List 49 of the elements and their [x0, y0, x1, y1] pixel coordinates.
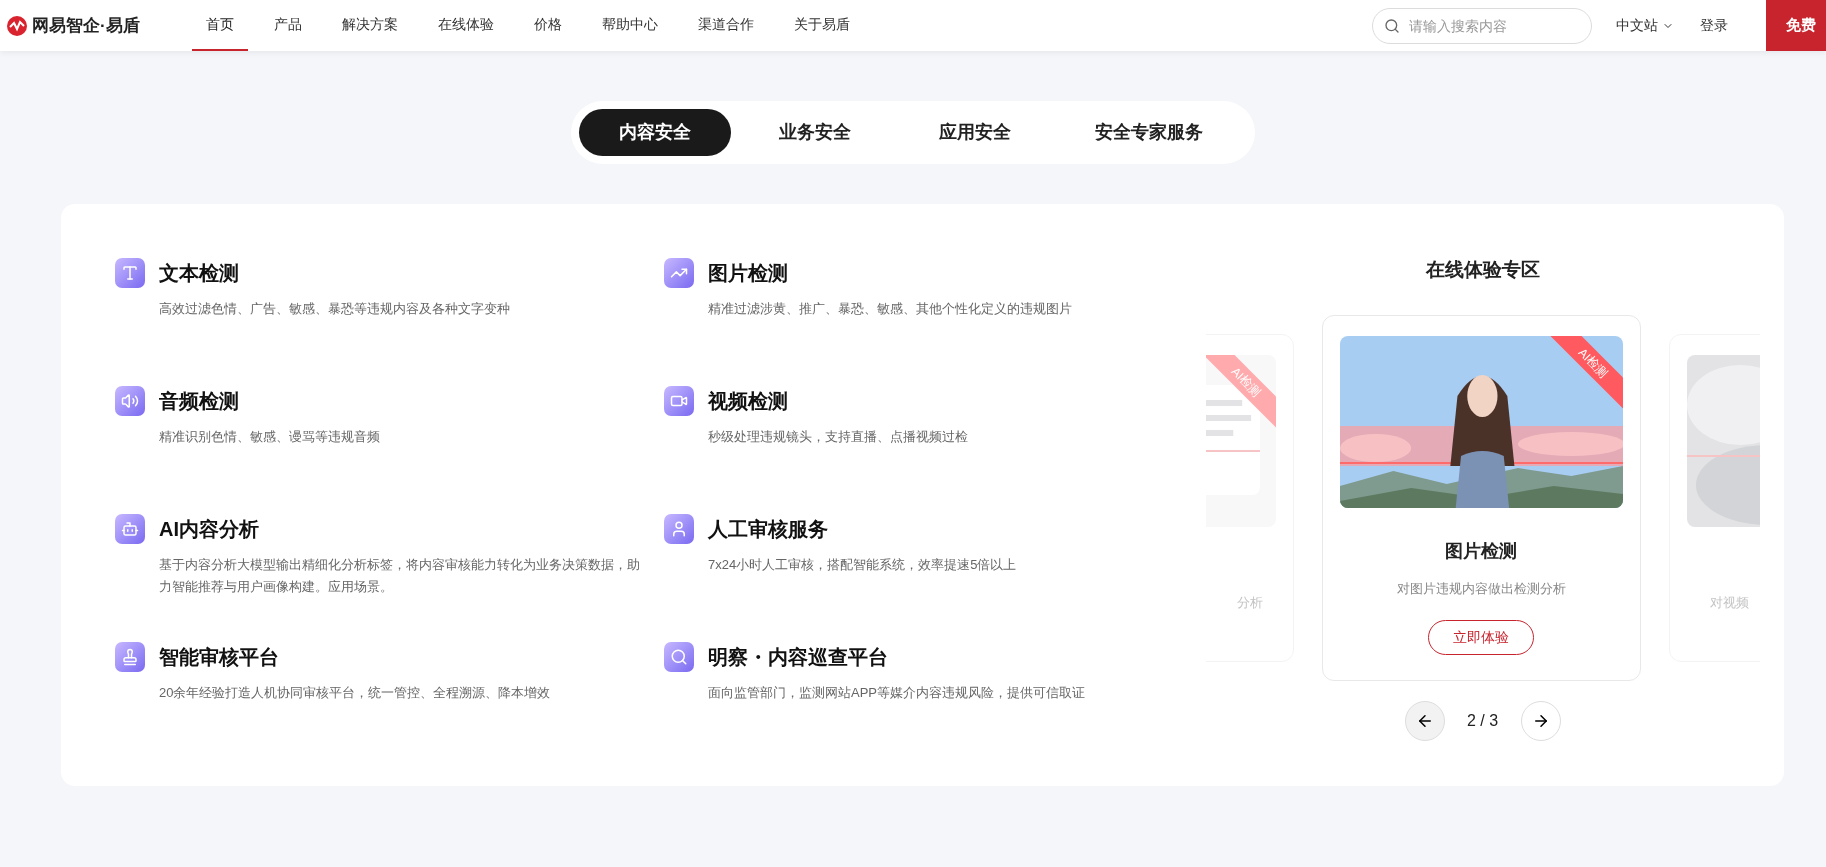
speaker-icon [115, 386, 145, 416]
brand-name: 网易智企·易盾 [32, 14, 140, 37]
feature-description: 精准识别色情、敏感、谩骂等违规音频 [159, 428, 381, 446]
feature-description: 秒级处理违规镜头，支持直播、点播视频过检 [708, 428, 969, 446]
feature-title[interactable]: 图片检测 [708, 258, 1198, 288]
search-icon [664, 642, 694, 672]
page-indicator: 2 / 3 [1465, 710, 1500, 731]
feature-description: 7x24小时人工审核，搭配智能系统，效率提速5倍以上 [708, 556, 1018, 574]
feature-description: 20余年经验打造人机协同审核平台，统一管控、全程溯源、降本增效 [159, 684, 552, 702]
category-tab[interactable]: 应用安全 [899, 109, 1051, 156]
camera-icon [664, 386, 694, 416]
feature-title[interactable]: 明察・内容巡查平台 [708, 642, 1198, 672]
category-tab[interactable]: 业务安全 [739, 109, 891, 156]
language-dropdown[interactable]: 中文站 [1616, 15, 1674, 36]
person-icon [664, 514, 694, 544]
feature-title[interactable]: 文本检测 [159, 258, 649, 288]
demo-title: 图片检测 [1445, 539, 1517, 563]
search-field[interactable]: 请输入搜索内容 [1372, 7, 1592, 44]
showcase-title: 在线体验专区 [1425, 258, 1540, 282]
feature-description: 面向监管部门，监测网站APP等媒介内容违规风险，提供可信取证 [708, 684, 1086, 702]
feature-title[interactable]: 人工审核服务 [708, 514, 1198, 544]
letter-icon [115, 258, 145, 288]
nav-link[interactable]: 首页 [192, 0, 248, 51]
free-trial-button[interactable]: 免费 [1766, 0, 1826, 51]
nav-link[interactable]: 价格 [520, 0, 576, 51]
nav-link[interactable]: 帮助中心 [588, 0, 672, 51]
category-tab[interactable]: 内容安全 [579, 109, 731, 156]
feature-description: 基于内容分析大模型输出精细化分析标签，将内容审核能力转化为业务决策数据，助力智能推荐与用户画像构建。应用场景。 [159, 556, 641, 596]
feature-title[interactable]: 智能审核平台 [159, 642, 649, 672]
robot-icon [115, 514, 145, 544]
logo-icon [6, 14, 28, 37]
stamp-icon [115, 642, 145, 672]
feature-title[interactable]: 音频检测 [159, 386, 649, 416]
picture-chart-icon [664, 258, 694, 288]
nav-link[interactable]: 产品 [260, 0, 316, 51]
nav-link[interactable]: 在线体验 [424, 0, 508, 51]
nav-link[interactable]: 解决方案 [328, 0, 412, 51]
feature-description: 精准过滤涉黄、推广、暴恐、敏感、其他个性化定义的违规图片 [708, 300, 1073, 318]
nav-link[interactable]: 关于易盾 [780, 0, 864, 51]
category-tab[interactable]: 安全专家服务 [1059, 109, 1239, 156]
feature-title[interactable]: AI内容分析 [159, 514, 649, 544]
search-icon [1384, 17, 1400, 34]
demo-description: 对视频 [1709, 593, 1749, 612]
demo-description: 分析 [1236, 593, 1263, 612]
feature-title[interactable]: 视频检测 [708, 386, 1198, 416]
demo-description: 对图片违规内容做出检测分析 [1396, 579, 1566, 598]
nav-link[interactable]: 渠道合作 [684, 0, 768, 51]
feature-description: 高效过滤色情、广告、敏感、暴恐等违规内容及各种文字变种 [159, 300, 511, 318]
login-link[interactable]: 登录 [1700, 15, 1728, 36]
